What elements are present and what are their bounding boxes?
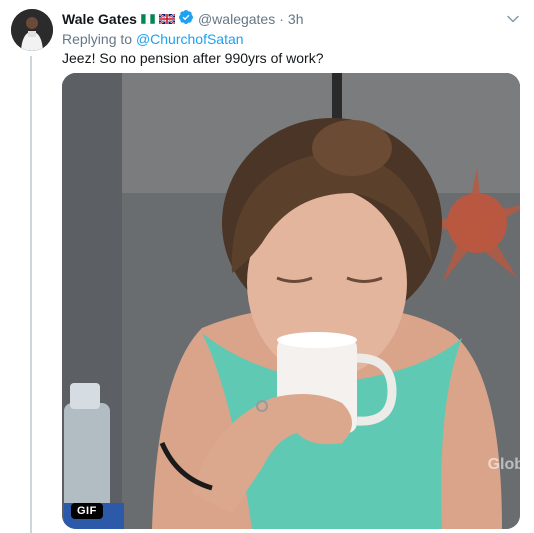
header-separator: · [279, 11, 284, 27]
gif-watermark: Glob [487, 456, 520, 473]
author-handle[interactable]: @walegates [198, 9, 275, 29]
tweet-timestamp[interactable]: 3h [288, 9, 304, 29]
gif-badge: GIF [71, 503, 103, 519]
thread-line [30, 56, 32, 533]
tweet-text: Jeez! So no pension after 990yrs of work… [62, 50, 324, 66]
gif-media[interactable]: Glob GIF [62, 73, 520, 529]
chevron-down-icon[interactable] [506, 12, 520, 26]
tweet[interactable]: Wale Gates @walegates · 3h Replying to @… [0, 0, 534, 533]
gif-frame-image [62, 73, 520, 529]
reply-context: Replying to @ChurchofSatan [62, 30, 244, 48]
uk-flag-icon [158, 9, 176, 29]
author-name[interactable]: Wale Gates [62, 9, 137, 29]
nigeria-flag-icon [140, 9, 156, 29]
reply-prefix: Replying to [62, 31, 133, 47]
reply-mention-link[interactable]: @ChurchofSatan [136, 31, 244, 47]
tweet-header: Wale Gates @walegates · 3h [62, 9, 303, 29]
avatar[interactable] [11, 9, 53, 51]
verified-badge-icon [178, 9, 194, 30]
